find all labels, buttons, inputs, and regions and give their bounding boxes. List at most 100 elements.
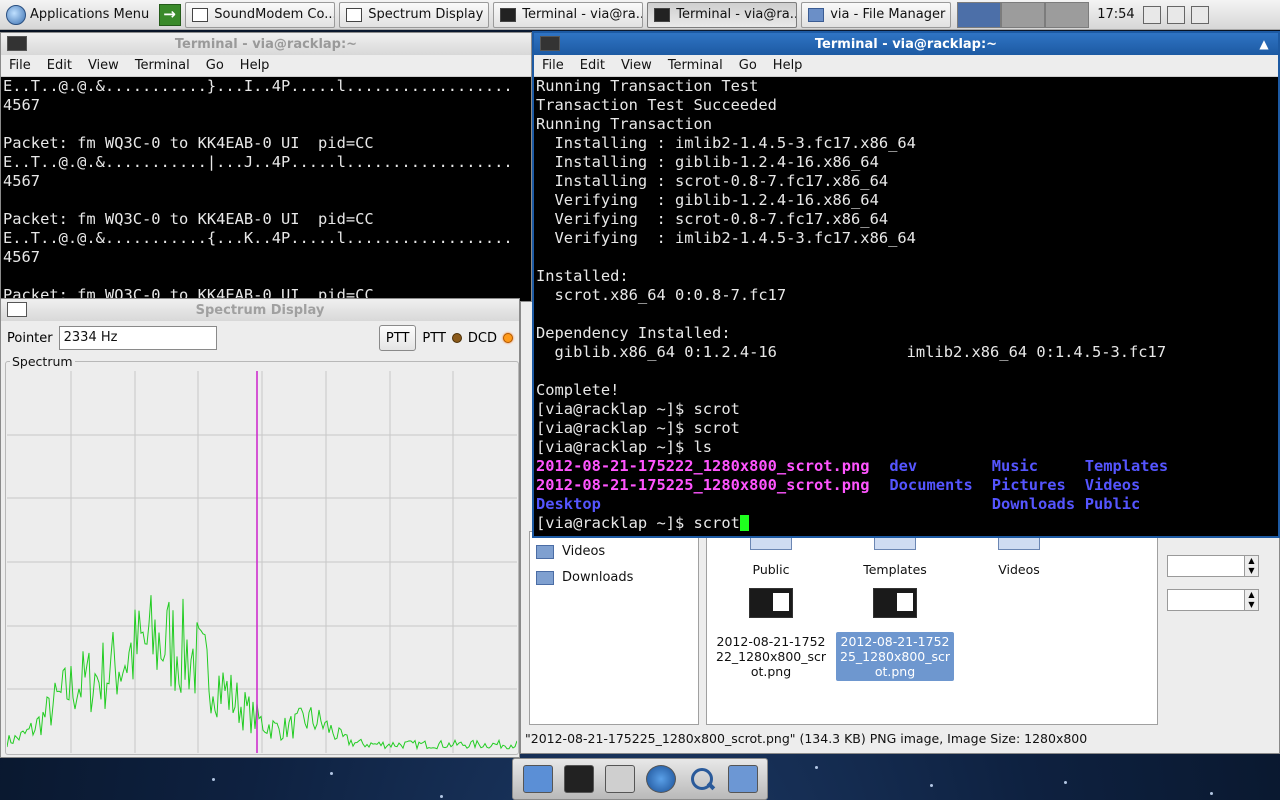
terminal-prompt-line: [via@racklap ~]$ scrot <box>536 514 1278 533</box>
task-spectrum-display[interactable]: Spectrum Display <box>339 1 490 28</box>
window-icon <box>7 302 27 317</box>
titlebar[interactable]: Terminal - via@racklap:~ <box>1 33 531 55</box>
terminal-line: E..T..@.@.&...........}...I..4P.....l...… <box>3 77 513 95</box>
tile-label: Videos <box>998 562 1040 577</box>
terminal-line: Running Transaction Test <box>536 77 759 95</box>
terminal-line: Packet: fm WQ3C-0 to KK4EAB-0 UI pid=CC <box>3 210 374 228</box>
search-icon[interactable] <box>687 765 717 793</box>
menu-go[interactable]: Go <box>198 58 232 73</box>
logout-launcher-icon[interactable] <box>159 3 182 26</box>
show-desktop-icon[interactable] <box>522 765 553 793</box>
star <box>1210 792 1213 795</box>
workspace-2[interactable] <box>1001 1 1046 28</box>
menu-edit[interactable]: Edit <box>572 58 613 73</box>
star <box>212 778 215 781</box>
titlebar[interactable]: Spectrum Display <box>1 299 519 321</box>
spectrum-display-window: Spectrum Display Pointer 2334 Hz PTT PTT… <box>0 298 520 758</box>
folder-icon <box>536 570 554 585</box>
terminal-line: Running Transaction <box>536 115 713 133</box>
task-label: Terminal - via@ra... <box>522 7 644 22</box>
prompt-text: [via@racklap ~]$ scrot <box>536 514 740 532</box>
menu-view[interactable]: View <box>80 58 127 73</box>
workspace-pager <box>957 1 1090 28</box>
ls-output-row: 2012-08-21-175222_1280x800_scrot.png dev M… <box>536 457 1278 476</box>
menu-go[interactable]: Go <box>731 58 765 73</box>
pointer-field[interactable]: 2334 Hz <box>58 326 217 350</box>
task-file-manager[interactable]: via - File Manager <box>801 1 952 28</box>
file-cabinet-icon[interactable] <box>604 765 635 793</box>
menu-file[interactable]: File <box>534 58 572 73</box>
window-icon <box>192 7 209 22</box>
ls-entry: 2012-08-21-175225_1280x800_scrot.png <box>536 476 870 494</box>
spin-box[interactable]: ▲ ▼ <box>1167 555 1259 577</box>
terminal-icon <box>654 7 671 22</box>
removable-drive-icon[interactable] <box>1166 5 1185 24</box>
ls-entry: Pictures <box>991 476 1066 494</box>
menu-help[interactable]: Help <box>232 58 278 73</box>
tile-label: 2012-08-21-175225_1280x800_scrot.png <box>836 632 954 681</box>
sidebar-item-downloads[interactable]: Downloads <box>536 570 633 585</box>
applications-menu-label: Applications Menu <box>30 7 150 22</box>
terminal-output[interactable]: E..T..@.@.&...........}...I..4P.....l...… <box>1 77 531 301</box>
image-tile-selected[interactable]: 2012-08-21-175225_1280x800_scrot.png <box>836 588 954 681</box>
menu-file[interactable]: File <box>1 58 39 73</box>
spectrum-group: Spectrum <box>5 354 519 755</box>
menu-terminal[interactable]: Terminal <box>660 58 731 73</box>
bottom-dock <box>512 758 768 800</box>
ptt-button[interactable]: PTT <box>378 325 417 351</box>
network-icon[interactable] <box>1142 5 1161 24</box>
ls-entry: Videos <box>1084 476 1141 494</box>
power-icon[interactable] <box>1190 5 1209 24</box>
sidebar-item-label: Downloads <box>562 570 634 585</box>
terminal-line: Transaction Test Succeeded <box>536 96 777 114</box>
window-title: Terminal - via@racklap:~ <box>174 36 358 52</box>
workspace-1[interactable] <box>957 1 1002 28</box>
task-terminal-1[interactable]: Terminal - via@ra... <box>493 1 644 28</box>
workspace-3[interactable] <box>1045 1 1090 28</box>
file-manager-sidebar: Videos Downloads <box>529 531 699 725</box>
folder-launcher-icon[interactable] <box>727 765 758 793</box>
terminal-icon <box>7 36 27 51</box>
image-thumbnail-icon <box>873 588 917 618</box>
terminal-line: Installing : scrot-0.8-7.fc17.x86_64 <box>536 172 889 190</box>
pointer-label: Pointer <box>7 330 53 346</box>
terminal-icon <box>540 36 560 51</box>
menu-terminal[interactable]: Terminal <box>127 58 198 73</box>
web-browser-icon[interactable] <box>645 765 676 793</box>
terminal-line: [via@racklap ~]$ ls <box>536 438 713 456</box>
task-terminal-2[interactable]: Terminal - via@ra... <box>647 1 798 28</box>
terminal-line: Packet: fm WQ3C-0 to KK4EAB-0 UI pid=CC <box>3 134 374 152</box>
star <box>440 795 443 798</box>
spin-box[interactable]: ▲ ▼ <box>1167 589 1259 611</box>
ls-output-row: Desktop Downloads Public <box>536 495 1278 514</box>
terminal-line: giblib.x86_64 0:1.2.4-16 imlib2.x86_64 0… <box>536 343 1167 361</box>
terminal-line: E..T..@.@.&...........|...J..4P.....l...… <box>3 153 513 171</box>
titlebar[interactable]: Terminal - via@racklap:~ ▲ <box>534 33 1278 55</box>
spectrum-plot[interactable] <box>7 371 517 753</box>
terminal-line: Installing : imlib2-1.4.5-3.fc17.x86_64 <box>536 134 916 152</box>
image-tile[interactable]: 2012-08-21-175222_1280x800_scrot.png <box>712 588 830 681</box>
menu-edit[interactable]: Edit <box>39 58 80 73</box>
maximize-icon[interactable]: ▲ <box>1256 36 1272 52</box>
terminal-window-right: Terminal - via@racklap:~ ▲ File Edit Vie… <box>532 31 1280 538</box>
terminal-line: 4567 <box>3 248 41 266</box>
terminal-line: 4567 <box>3 172 41 190</box>
ls-entry: Documents <box>889 476 973 494</box>
ptt-led-icon <box>451 333 462 343</box>
tile-label: Templates <box>863 562 927 577</box>
task-soundmodem[interactable]: SoundModem Co... <box>185 1 336 28</box>
terminal-launcher-icon[interactable] <box>563 765 594 793</box>
menu-help[interactable]: Help <box>765 58 811 73</box>
terminal-line: Verifying : giblib-1.2.4-16.x86_64 <box>536 191 879 209</box>
spin-arrows-icon[interactable]: ▲ ▼ <box>1244 556 1258 576</box>
image-thumbnail-icon <box>749 588 793 618</box>
menu-view[interactable]: View <box>613 58 660 73</box>
spin-arrows-icon[interactable]: ▲ ▼ <box>1244 590 1258 610</box>
window-icon <box>346 7 363 22</box>
sidebar-item-videos[interactable]: Videos <box>536 544 605 559</box>
ptt-indicator-label: PTT <box>422 330 446 346</box>
applications-menu-button[interactable]: Applications Menu <box>0 1 155 29</box>
terminal-output[interactable]: Running Transaction Test Transaction Test… <box>534 77 1278 536</box>
